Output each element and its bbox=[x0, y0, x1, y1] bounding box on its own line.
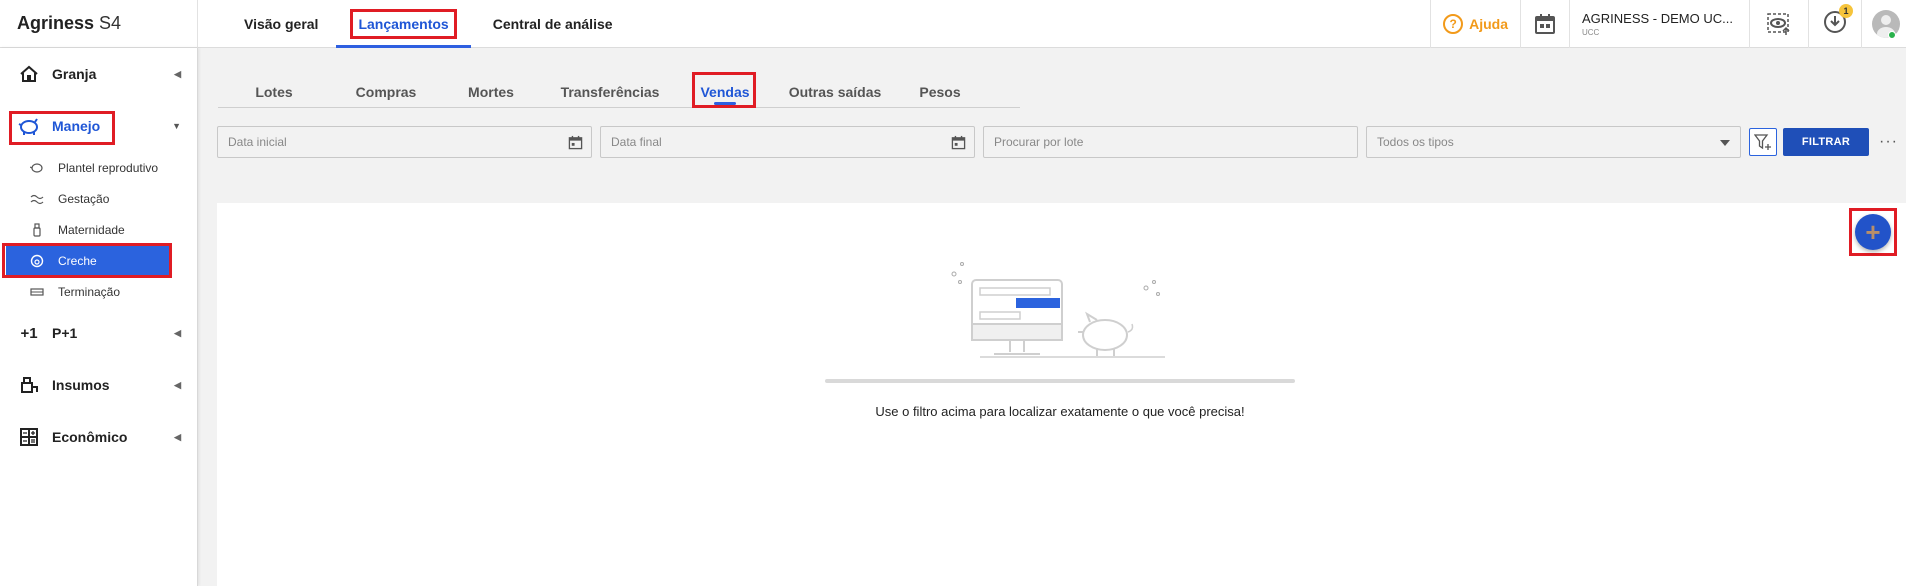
sidebar-item-economico[interactable]: Econômico ◀ bbox=[0, 411, 197, 463]
filter-add-icon bbox=[1754, 134, 1771, 150]
main-tabs: Visão geral Lançamentos Central de análi… bbox=[228, 0, 633, 48]
tab-label: Visão geral bbox=[244, 15, 319, 32]
sidebar-item-label: Econômico bbox=[52, 429, 128, 445]
highlight-box bbox=[9, 111, 115, 145]
subtab-outras-saidas[interactable]: Outras saídas bbox=[770, 76, 900, 107]
subtab-compras[interactable]: Compras bbox=[330, 76, 442, 107]
chevron-down-icon bbox=[1720, 140, 1730, 146]
lot-search-placeholder: Procurar por lote bbox=[994, 135, 1084, 149]
tab-label: Lançamentos bbox=[350, 8, 457, 39]
plus-one-icon: +1 bbox=[20, 324, 38, 342]
subtab-lotes[interactable]: Lotes bbox=[218, 76, 330, 107]
tab-label: Central de análise bbox=[492, 15, 613, 32]
type-select[interactable]: Todos os tipos bbox=[1366, 126, 1741, 158]
user-menu[interactable] bbox=[1861, 0, 1906, 48]
chevron-down-icon: ▼ bbox=[172, 121, 181, 131]
pig-outline-icon bbox=[30, 161, 44, 175]
type-select-value: Todos os tipos bbox=[1377, 135, 1454, 149]
sub-tabs: Lotes Compras Mortes Transferências Vend… bbox=[218, 72, 1020, 108]
sidebar-item-label: P+1 bbox=[52, 325, 78, 341]
subtab-transferencias[interactable]: Transferências bbox=[540, 76, 680, 107]
chevron-left-icon: ◀ bbox=[174, 431, 181, 442]
active-underline bbox=[714, 102, 736, 105]
header-actions: ? Ajuda AGRINESS - DEMO UC... UCC 1 bbox=[1430, 0, 1906, 48]
company-selector[interactable]: AGRINESS - DEMO UC... UCC bbox=[1569, 0, 1749, 48]
subtab-mortes[interactable]: Mortes bbox=[442, 76, 540, 107]
end-date-placeholder: Data final bbox=[611, 135, 662, 149]
help-button[interactable]: ? Ajuda bbox=[1430, 0, 1520, 48]
company-name: AGRINESS - DEMO UC... bbox=[1582, 11, 1733, 26]
add-button[interactable]: + bbox=[1855, 214, 1891, 250]
notification-badge: 1 bbox=[1839, 3, 1853, 18]
online-status-dot bbox=[1888, 31, 1896, 39]
sidebar-item-granja[interactable]: Granja ◀ bbox=[0, 48, 197, 100]
pen-icon bbox=[30, 285, 44, 299]
calendar-icon bbox=[1535, 14, 1555, 34]
sidebar-item-manejo[interactable]: Manejo ▼ bbox=[0, 100, 197, 152]
chevron-left-icon: ◀ bbox=[174, 327, 181, 338]
empty-state-illustration bbox=[951, 262, 1165, 358]
app-logo[interactable]: Agriness S4 bbox=[0, 0, 198, 48]
empty-state-message: Use o filtro acima para localizar exatam… bbox=[875, 404, 1245, 419]
calendar-icon[interactable] bbox=[568, 135, 583, 150]
help-label: Ajuda bbox=[1469, 16, 1508, 32]
subtab-label: Lotes bbox=[255, 83, 293, 100]
sidebar-subitem-label: Plantel reprodutivo bbox=[58, 160, 159, 175]
download-icon-wrap: 1 bbox=[1823, 3, 1853, 39]
creche-wrapper: Creche bbox=[0, 243, 197, 278]
plus-icon: + bbox=[1865, 216, 1881, 247]
sidebar-subitem-gestacao[interactable]: Gestação bbox=[0, 183, 197, 214]
house-icon bbox=[18, 63, 40, 85]
filter-options-button[interactable] bbox=[1749, 128, 1777, 156]
sidebar-item-insumos[interactable]: Insumos ◀ bbox=[0, 359, 197, 411]
supplies-icon bbox=[18, 374, 40, 396]
sidebar-item-label: Insumos bbox=[52, 377, 110, 393]
highlight-box: + bbox=[1849, 208, 1897, 256]
start-date-placeholder: Data inicial bbox=[228, 135, 287, 149]
brand-suffix: S4 bbox=[99, 13, 122, 33]
downloads-button[interactable]: 1 bbox=[1808, 0, 1861, 48]
filter-bar: Data inicial Data final Procurar por lot… bbox=[217, 126, 1898, 158]
subtab-label: Mortes bbox=[468, 83, 514, 100]
calendar-icon[interactable] bbox=[951, 135, 966, 150]
sidebar-subitem-label: Gestação bbox=[58, 191, 110, 206]
view-button[interactable] bbox=[1749, 0, 1808, 48]
calculator-icon bbox=[18, 426, 40, 448]
end-date-field[interactable]: Data final bbox=[600, 126, 975, 158]
sidebar-subitem-terminacao[interactable]: Terminação bbox=[0, 276, 197, 307]
filter-button-label: FILTRAR bbox=[1801, 136, 1851, 148]
sidebar-subitem-plantel-reprodutivo[interactable]: Plantel reprodutivo bbox=[0, 152, 197, 183]
filter-button[interactable]: FILTRAR bbox=[1783, 128, 1869, 156]
company-subtitle: UCC bbox=[1582, 28, 1600, 37]
empty-state-divider bbox=[825, 379, 1295, 383]
subtab-label: Outras saídas bbox=[788, 83, 882, 100]
chevron-left-icon: ◀ bbox=[174, 68, 181, 79]
sidebar-subitem-label: Terminação bbox=[58, 284, 121, 299]
subtab-label: Pesos bbox=[919, 83, 961, 100]
eye-scan-icon bbox=[1767, 13, 1790, 35]
sidebar-subitem-maternidade[interactable]: Maternidade bbox=[0, 214, 197, 245]
chevron-left-icon: ◀ bbox=[174, 379, 181, 390]
start-date-field[interactable]: Data inicial bbox=[217, 126, 592, 158]
calendar-button[interactable] bbox=[1520, 0, 1569, 48]
sidebar-subitem-label: Maternidade bbox=[58, 222, 125, 237]
top-bar: Agriness S4 Visão geral Lançamentos Cent… bbox=[0, 0, 1906, 48]
tab-central-de-analise[interactable]: Central de análise bbox=[471, 0, 633, 48]
help-icon: ? bbox=[1443, 14, 1464, 34]
subtab-pesos[interactable]: Pesos bbox=[900, 76, 980, 107]
tab-visao-geral[interactable]: Visão geral bbox=[228, 0, 336, 48]
subtab-label: Transferências bbox=[560, 83, 660, 100]
sidebar-item-p1[interactable]: +1 P+1 ◀ bbox=[0, 307, 197, 359]
bottle-icon bbox=[30, 222, 44, 237]
tab-lancamentos[interactable]: Lançamentos bbox=[336, 0, 471, 48]
sidebar: Granja ◀ Manejo ▼ Plantel reprodutivo Ge… bbox=[0, 48, 198, 586]
brand-name: Agriness bbox=[17, 13, 95, 33]
subtab-vendas[interactable]: Vendas bbox=[680, 72, 770, 108]
highlight-box bbox=[2, 243, 172, 278]
sidebar-item-label: Granja bbox=[52, 66, 97, 82]
more-options-icon[interactable]: ··· bbox=[1879, 133, 1898, 151]
gestation-icon bbox=[30, 192, 44, 206]
subtab-label: Compras bbox=[355, 83, 417, 100]
lot-search-input[interactable]: Procurar por lote bbox=[983, 126, 1358, 158]
